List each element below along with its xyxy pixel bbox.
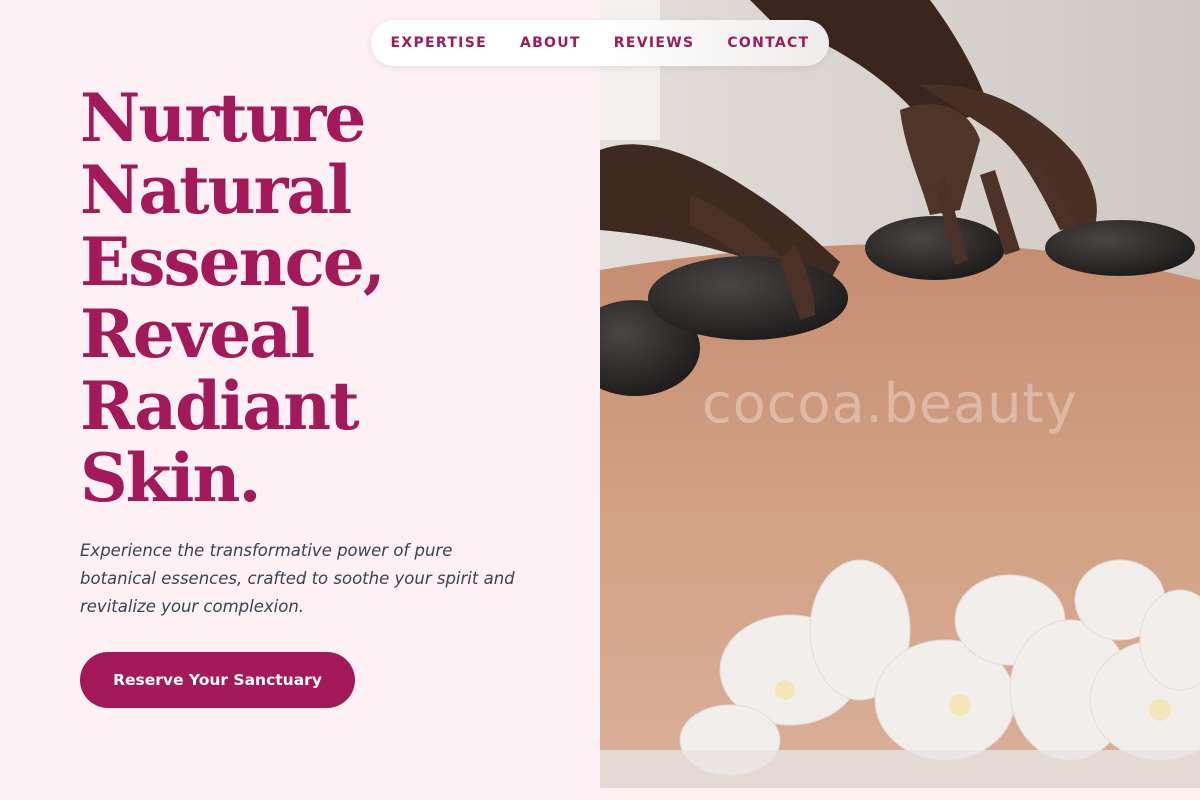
headline-line: Skin. xyxy=(80,439,261,517)
reserve-button[interactable]: Reserve Your Sanctuary xyxy=(80,652,355,708)
headline-line: Essence, xyxy=(80,223,386,301)
nav-link-reviews[interactable]: REVIEWS xyxy=(614,35,695,51)
hero-description: Experience the transformative power of p… xyxy=(80,541,515,616)
nav-link-expertise[interactable]: EXPERTISE xyxy=(391,35,487,51)
headline-line: Reveal xyxy=(80,295,315,373)
top-navigation: EXPERTISE ABOUT REVIEWS CONTACT xyxy=(371,20,829,66)
watermark-text: cocoa.beauty xyxy=(702,372,1078,435)
headline-line: Radiant xyxy=(80,367,360,445)
headline-line: Natural xyxy=(80,151,352,229)
headline-line: Nurture xyxy=(80,79,366,157)
hero-headline: Nurture Natural Essence, Reveal Radiant … xyxy=(80,82,500,514)
nav-link-about[interactable]: ABOUT xyxy=(520,35,581,51)
nav-link-contact[interactable]: CONTACT xyxy=(727,35,809,51)
bottom-strip xyxy=(600,788,1200,800)
